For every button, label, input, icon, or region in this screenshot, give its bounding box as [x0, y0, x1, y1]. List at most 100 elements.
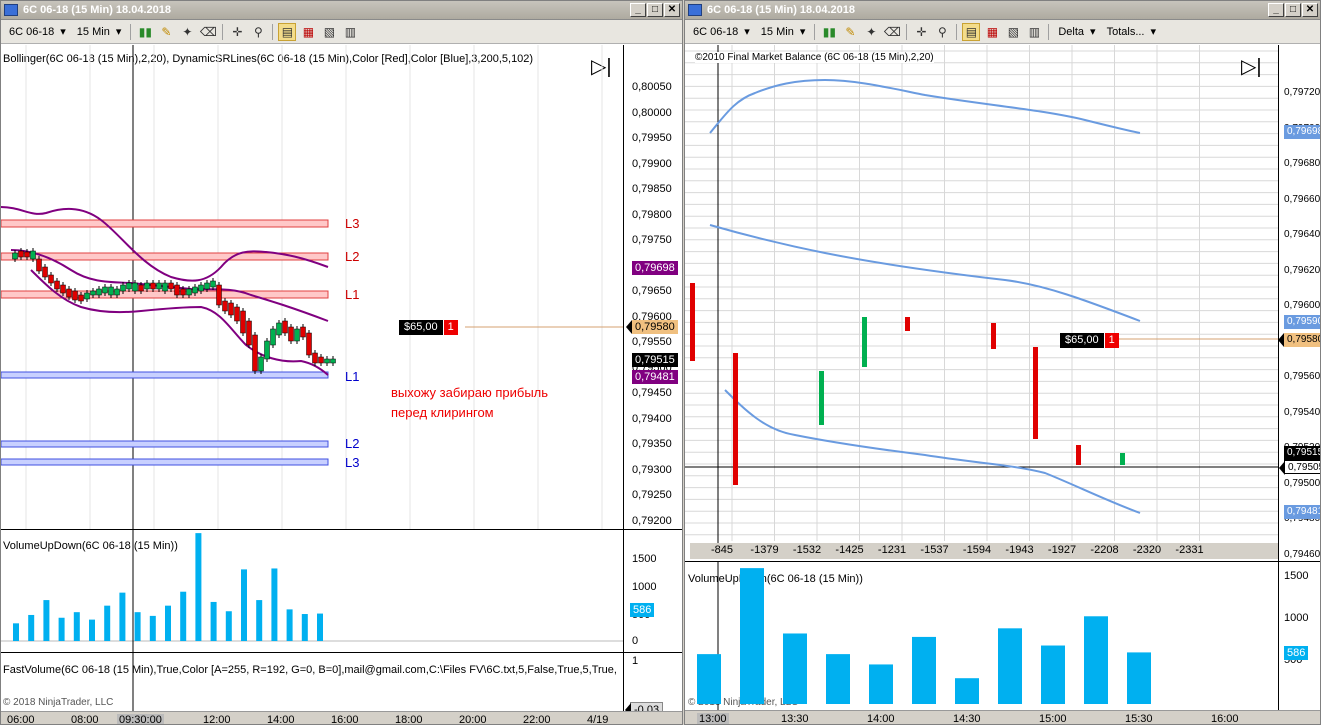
sr-label-s1: L1: [345, 369, 360, 384]
left-time-axis: 06:00 08:00 09:30:00 12:00 14:00 16:00 18:00 20…: [1, 711, 682, 725]
candle: [48, 274, 54, 284]
minimize-button[interactable]: _: [630, 3, 646, 17]
footprint-body: [1120, 453, 1125, 465]
price-tick: 0,79400: [632, 412, 672, 425]
sr-label-s3: L3: [345, 455, 360, 470]
volume-bar: [271, 568, 278, 641]
price-tick: 0,79850: [632, 183, 672, 195]
volume-tick: 1000: [1284, 612, 1309, 624]
price-tick: 0,79600: [1284, 300, 1321, 311]
delta-selector[interactable]: Delta ▾: [1054, 23, 1099, 40]
chart-trader-icon[interactable]: ▤: [962, 22, 981, 41]
volume-bar: [43, 600, 50, 641]
candle: [258, 356, 264, 372]
candle: [300, 326, 306, 338]
minimize-button[interactable]: _: [1268, 3, 1284, 17]
right-time-axis: 13:00 13:30 14:00 14:30 15:00 15:30 16:00: [685, 710, 1320, 724]
magic-wand-icon[interactable]: ✦: [862, 23, 880, 41]
candle: [18, 250, 24, 258]
delta-total: -1594: [962, 544, 992, 556]
chart-trader-icon[interactable]: ▤: [278, 22, 297, 41]
interval-selector[interactable]: 15 Min ▾: [757, 23, 810, 40]
indicators-icon[interactable]: ▦: [983, 23, 1001, 41]
footprint-body: [1076, 445, 1081, 465]
strategies-icon[interactable]: ▧: [320, 23, 338, 41]
chevron-down-icon: ▾: [115, 26, 122, 38]
bar-type-icon[interactable]: ▮▮: [136, 23, 154, 41]
candle: [66, 288, 72, 298]
crosshair-icon[interactable]: ✛: [228, 23, 246, 41]
strategies-icon[interactable]: ▧: [1004, 23, 1022, 41]
left-volume-chart: [1, 530, 623, 652]
eraser-icon[interactable]: ⌫: [199, 23, 217, 41]
chevron-down-icon: ▾: [1090, 26, 1096, 38]
time-tick: 08:00: [71, 714, 99, 725]
left-price-panel[interactable]: Bollinger(6C 06-18 (15 Min),2,20), Dynam…: [1, 45, 623, 529]
right-title-bar[interactable]: 6C 06-18 (15 Min) 18.04.2018 _ □ ✕: [685, 1, 1320, 20]
close-button[interactable]: ✕: [664, 3, 680, 17]
magic-wand-icon[interactable]: ✦: [178, 23, 196, 41]
zoom-icon[interactable]: ⚲: [249, 23, 267, 41]
pencil-draw-icon[interactable]: ✎: [157, 23, 175, 41]
candle: [114, 288, 120, 296]
indicators-icon[interactable]: ▦: [299, 23, 317, 41]
volume-bar: [697, 654, 721, 704]
volume-bar: [89, 619, 95, 641]
zoom-icon[interactable]: ⚲: [933, 23, 951, 41]
candle: [156, 282, 162, 290]
right-price-chart: [685, 45, 1278, 545]
right-volume-panel[interactable]: VolumeUpDown(6C 06-18 (15 Min)) © 2018 N…: [685, 562, 1278, 710]
play-forward-icon[interactable]: ▷|: [1241, 57, 1262, 77]
delta-total: -2320: [1132, 544, 1162, 556]
maximize-button[interactable]: □: [1285, 3, 1301, 17]
time-tick: 16:00: [331, 714, 359, 725]
volume-bar: [13, 623, 19, 641]
right-price-panel[interactable]: ©2010 Final Market Balance (6C 06-18 (15…: [685, 45, 1278, 561]
left-title-bar[interactable]: 6C 06-18 (15 Min) 18.04.2018 _ □ ✕: [1, 1, 682, 20]
volume-bar: [783, 633, 807, 704]
candle: [174, 284, 180, 296]
interval-selector[interactable]: 15 Min ▾: [73, 23, 126, 40]
pencil-draw-icon[interactable]: ✎: [841, 23, 859, 41]
left-price-chart: [1, 45, 623, 529]
candle: [132, 282, 138, 292]
volume-bar: [225, 611, 232, 641]
volume-bar: [149, 615, 156, 641]
right-chart-window: 6C 06-18 (15 Min) 18.04.2018 _ □ ✕ 6C 06…: [684, 0, 1321, 725]
instrument-selector[interactable]: 6C 06-18 ▾: [5, 23, 70, 40]
price-tick: 0,79720: [1284, 87, 1321, 98]
time-tick: 4/19: [587, 714, 609, 725]
price-tick: 0,79800: [632, 208, 672, 221]
volume-bar: [1041, 645, 1065, 704]
candle: [30, 250, 36, 260]
price-tick: 0,79200: [632, 514, 672, 527]
footprint-body: [690, 283, 695, 361]
instrument-selector[interactable]: 6C 06-18 ▾: [689, 23, 754, 40]
totals-selector[interactable]: Totals... ▾: [1103, 23, 1160, 40]
right-order-marker[interactable]: $65,00 1: [1060, 333, 1119, 348]
chevron-down-icon: ▾: [60, 26, 66, 38]
crosshair-icon[interactable]: ✛: [912, 23, 930, 41]
time-tick: 09:30:00: [117, 714, 164, 725]
right-current-price-tag: 0,79580: [1279, 333, 1320, 347]
bar-type-icon[interactable]: ▮▮: [820, 23, 838, 41]
left-fastvolume-panel[interactable]: FastVolume(6C 06-18 (15 Min),True,Color …: [1, 653, 623, 711]
eraser-icon[interactable]: ⌫: [883, 23, 901, 41]
footprint-body: [819, 371, 824, 425]
price-tick: 0,79680: [1284, 158, 1321, 169]
left-volume-panel[interactable]: VolumeUpDown(6C 06-18 (15 Min)): [1, 530, 623, 652]
delta-total: -1379: [750, 544, 779, 556]
properties-icon[interactable]: ▥: [341, 23, 359, 41]
volume-bar: [1084, 616, 1108, 704]
price-tick: 0,79450: [632, 387, 672, 399]
properties-icon[interactable]: ▥: [1025, 23, 1043, 41]
left-volume-tag: 586: [624, 603, 655, 617]
price-tick: 0,80000: [632, 106, 672, 119]
close-button[interactable]: ✕: [1302, 3, 1318, 17]
maximize-button[interactable]: □: [647, 3, 663, 17]
candle: [102, 286, 108, 294]
left-order-marker[interactable]: $65,00 1: [399, 320, 458, 335]
annotation-line-1: выхожу забираю прибыль: [391, 385, 549, 400]
candle: [54, 280, 60, 290]
candle: [270, 328, 276, 346]
